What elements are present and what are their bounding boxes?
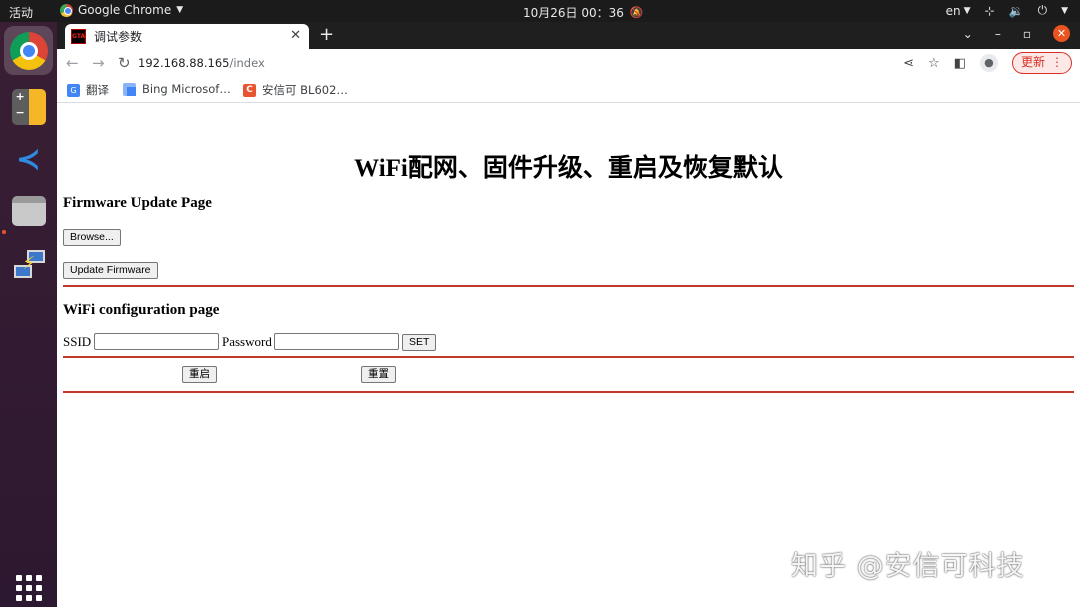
bookmark-ai-thinker[interactable]: C 安信可 BL602… [243,82,348,98]
bing-icon [123,82,136,96]
calculator-icon: + − [11,88,46,125]
page-content: WiFi配网、固件升级、重启及恢复默认 Firmware Update Page… [57,104,1080,607]
clock-label: 10月26日 00：36 [523,6,624,20]
reload-icon[interactable]: ↻ [118,54,131,72]
password-label: Password [222,334,272,349]
caret-down-icon: ▼ [176,5,184,15]
chrome-icon [60,3,73,17]
new-tab-icon[interactable]: + [319,24,334,45]
bookmark-star-icon[interactable]: ☆ [928,56,940,71]
update-label: 更新 [1020,55,1045,69]
bookmark-bing[interactable]: Bing Microsof… [123,82,231,96]
set-button[interactable]: SET [402,334,437,351]
update-firmware-button[interactable]: Update Firmware [63,262,158,279]
more-vert-icon: ⋮ [1051,55,1063,69]
system-top-bar: 活动 Google Chrome ▼ 10月26日 00：36 🔕 en ▼ ⊹… [0,0,1080,22]
bookmark-translate[interactable]: G 翻译 [67,82,109,98]
caret-down-icon[interactable]: ▼ [1061,6,1068,16]
url-host: 192.168.88.165 [138,56,230,70]
browse-button[interactable]: Browse... [63,229,121,246]
maximize-icon[interactable]: ▫ [1023,27,1031,41]
site-favicon-icon: GTA [71,29,86,44]
app-grid-icon [15,574,42,601]
dock-chrome[interactable] [4,26,53,75]
activities-button[interactable]: 活动 [9,4,33,21]
volume-icon[interactable]: 🔉 [1009,4,1024,18]
divider [63,391,1074,393]
reset-button[interactable]: 重置 [361,366,396,383]
address-bar[interactable]: 192.168.88.165/index [138,56,265,70]
ai-thinker-icon: C [243,83,256,97]
notifications-off-icon: 🔕 [629,6,644,19]
power-icon[interactable]: ⏻ [1038,3,1048,18]
ssid-label: SSID [63,334,92,349]
divider [63,356,1074,358]
remote-desktop-icon: ⚡ [11,247,47,283]
dock-calculator[interactable]: + − [4,82,53,131]
url-path: /index [229,56,265,70]
bookmarks-bar: G 翻译 Bing Microsof… C 安信可 BL602… [57,77,1080,103]
app-menu[interactable]: Google Chrome ▼ [60,3,183,17]
share-icon[interactable]: ⋖ [903,56,914,71]
close-tab-icon[interactable]: ✕ [290,28,301,43]
window-controls: ⌄ – ▫ ✕ [963,25,1070,42]
clock[interactable]: 10月26日 00：36 🔕 [523,4,644,21]
close-window-icon[interactable]: ✕ [1053,25,1070,42]
firmware-heading: Firmware Update Page [63,195,212,211]
restart-button[interactable]: 重启 [182,366,217,383]
network-icon[interactable]: ⊹ [985,4,995,18]
password-input[interactable] [274,333,399,350]
side-panel-icon[interactable]: ◧ [954,56,966,71]
dock: + − ≺ ⚡ [0,22,57,607]
input-language[interactable]: en ▼ [946,4,971,18]
translate-icon: G [67,83,80,97]
dock-files[interactable] [4,186,53,235]
browser-toolbar: ← → ↻ 192.168.88.165/index ⋖ ☆ ◧ ● 更新 ⋮ [57,49,1080,77]
divider [63,285,1074,287]
watermark: 知乎 @安信可科技 [791,551,1025,582]
vscode-icon: ≺ [15,141,42,177]
bookmark-label: 安信可 BL602… [262,83,348,97]
back-arrow-icon[interactable]: ← [66,54,79,72]
folder-icon [11,195,46,226]
input-language-label: en [945,3,961,18]
minimize-icon[interactable]: – [995,27,1001,41]
tab-search-icon[interactable]: ⌄ [963,27,973,41]
bookmark-label: 翻译 [86,83,109,97]
running-indicator [2,230,6,234]
dock-remote-desktop[interactable]: ⚡ [4,240,53,289]
caret-down-icon: ▼ [963,5,971,16]
wifi-heading: WiFi configuration page [63,302,220,318]
app-menu-label: Google Chrome [78,3,172,17]
system-tray: en ▼ ⊹ 🔉 ⏻ ▼ [946,3,1068,18]
profile-avatar-icon[interactable]: ● [979,54,998,72]
dock-vscode[interactable]: ≺ [4,135,53,184]
update-button[interactable]: 更新 ⋮ [1011,52,1072,74]
tab-active[interactable]: GTA 调试参数 ✕ [65,24,309,49]
page-title: WiFi配网、固件升级、重启及恢复默认 [354,155,783,182]
bookmark-label: Bing Microsof… [142,82,231,96]
ssid-input[interactable] [94,333,219,350]
tab-title: 调试参数 [94,30,143,44]
toolbar-actions: ⋖ ☆ ◧ ● 更新 ⋮ [903,52,1072,74]
chrome-icon [9,31,48,70]
forward-arrow-icon[interactable]: → [92,54,105,72]
tab-strip: GTA 调试参数 ✕ + ⌄ – ▫ ✕ [57,22,1080,49]
show-applications[interactable] [4,563,53,607]
